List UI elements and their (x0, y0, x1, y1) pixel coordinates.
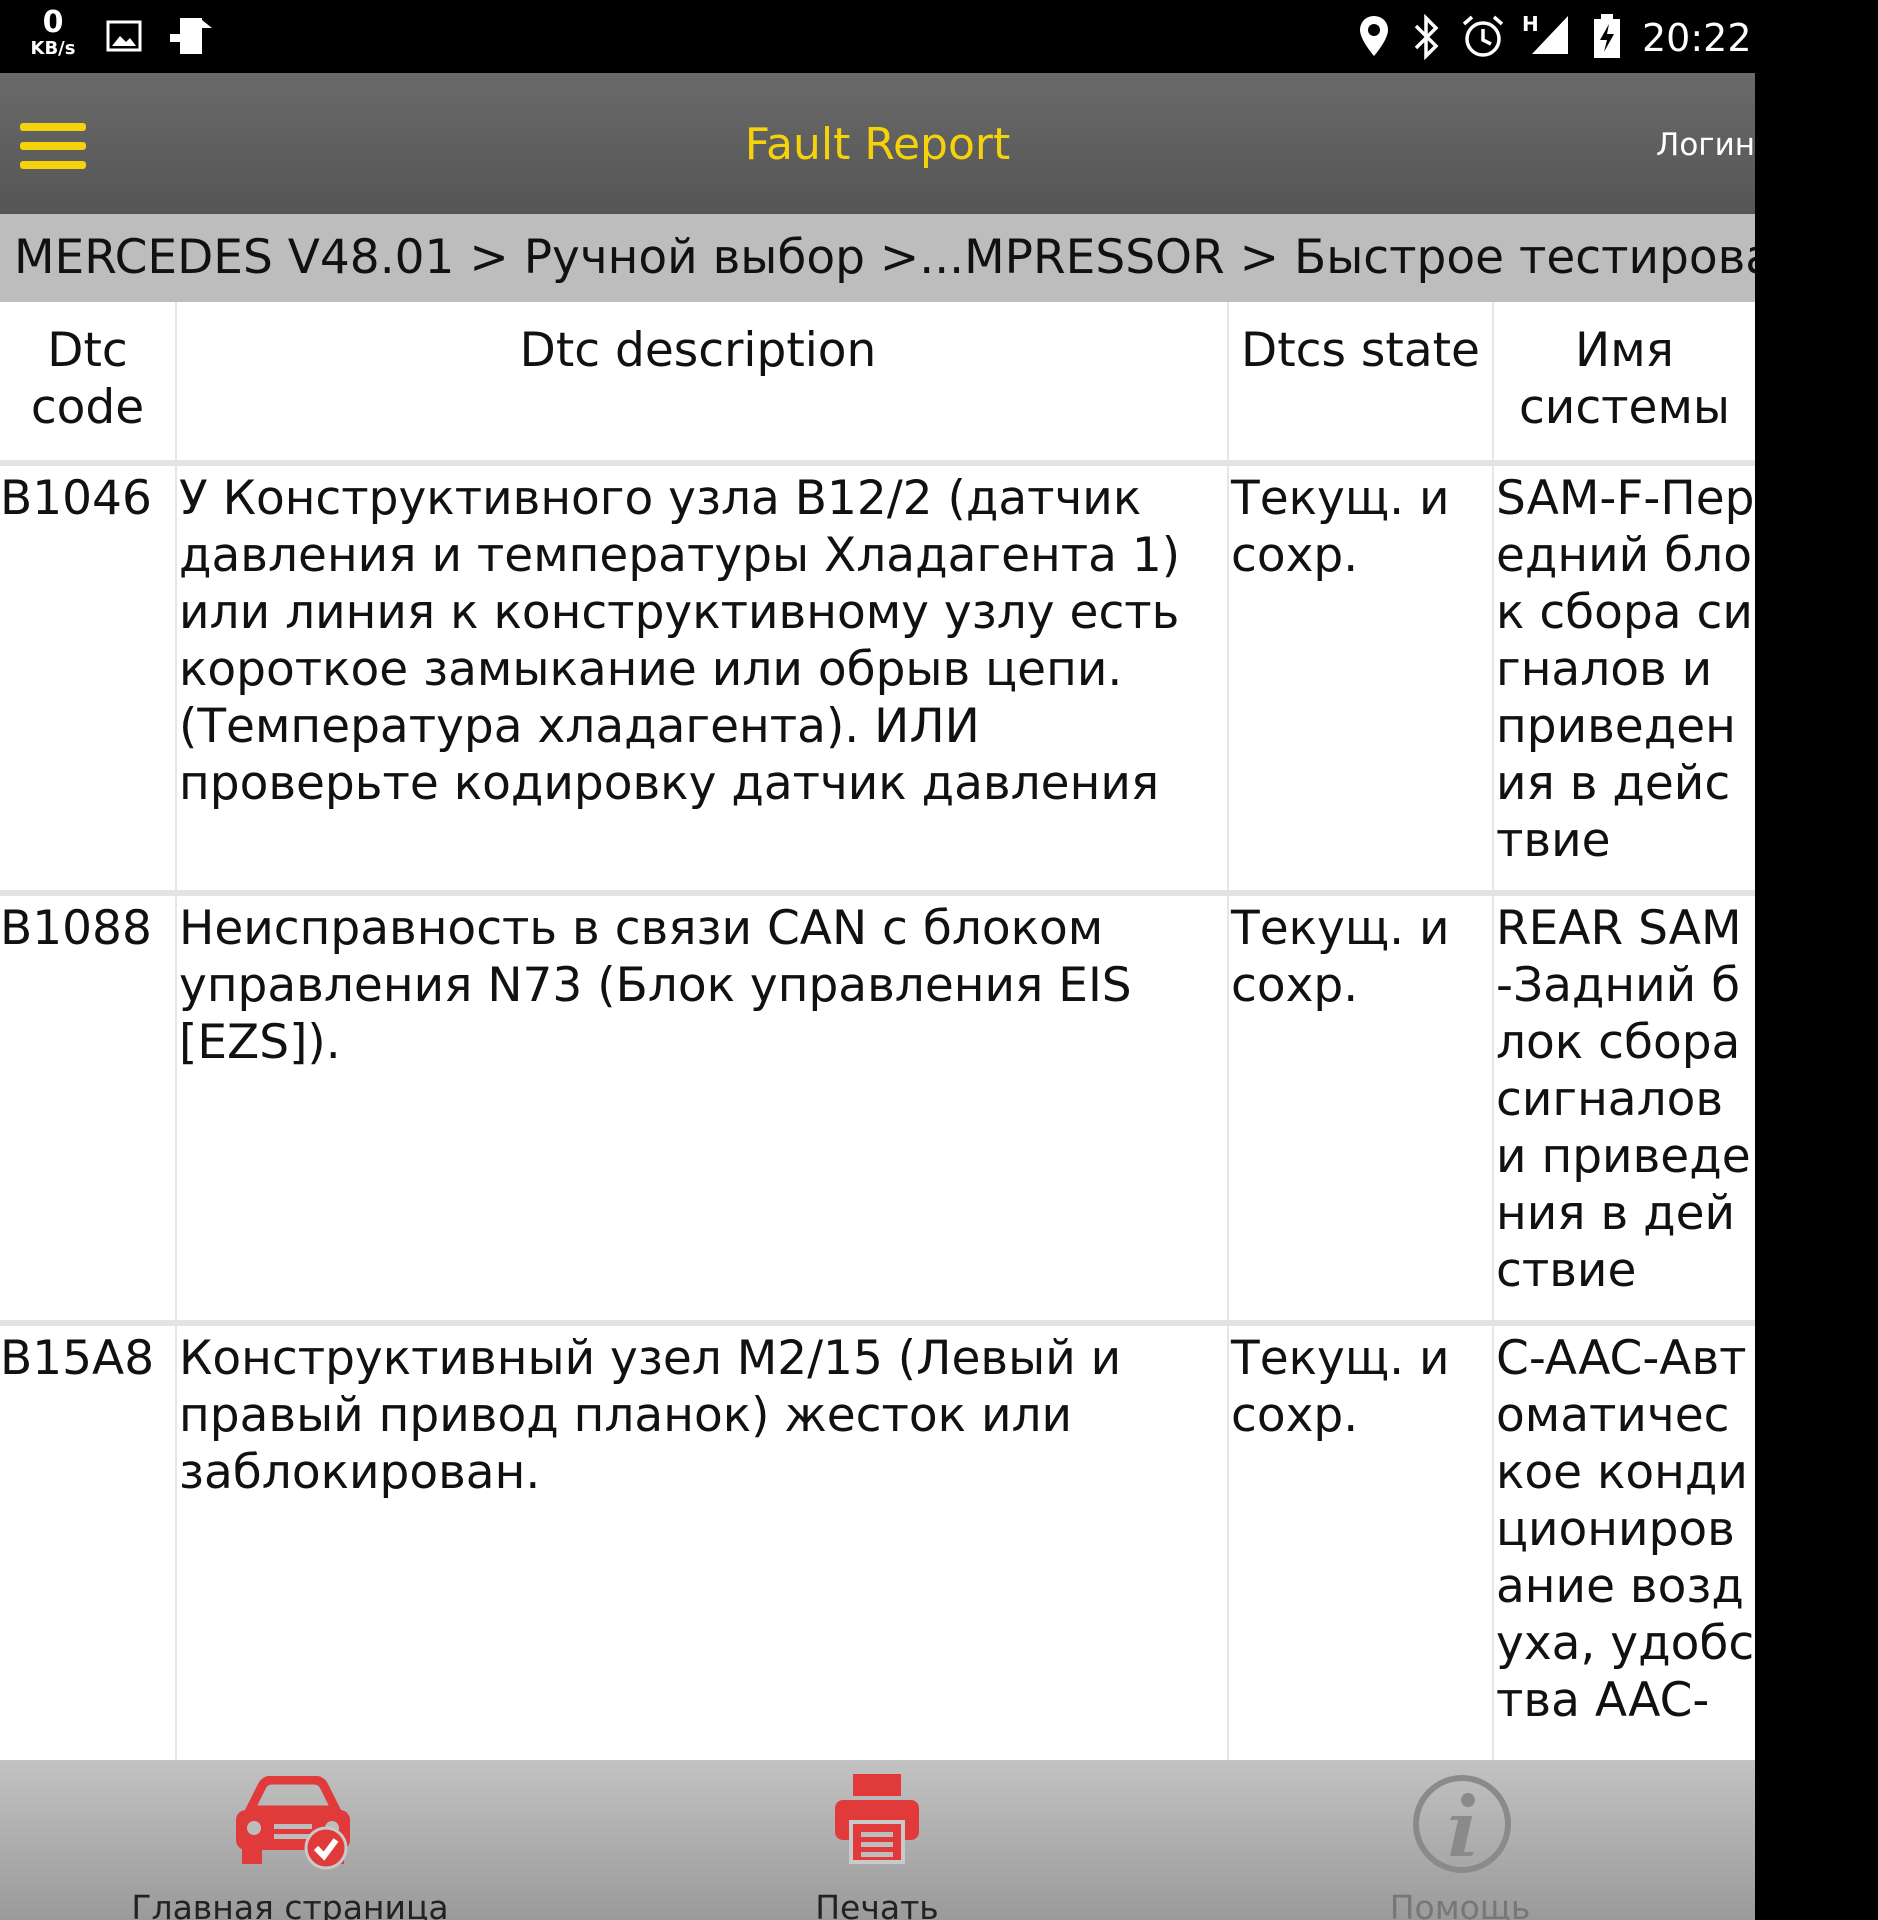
column-header-label: Dtcs state (1241, 323, 1480, 378)
nav-print-button[interactable]: Печать (720, 1760, 1034, 1920)
dtc-state-cell: Текущ. и сохр. (1227, 896, 1492, 1320)
location-icon (1360, 16, 1388, 56)
table-row[interactable]: B15A8 Конструктивный узел M2/15 (Левый и… (0, 1326, 1755, 1760)
dtc-code-cell: B1088 (0, 901, 152, 956)
page-title: Fault Report (744, 119, 1011, 170)
nav-help-button[interactable]: Помощь (1300, 1760, 1620, 1920)
column-header-system-name: Имя системы (1492, 302, 1755, 460)
column-header-label: code (30, 380, 145, 435)
status-bar: 0 KB/s H 20:22 (0, 0, 1755, 73)
info-icon (1413, 1775, 1511, 1873)
system-name-cell: C-AAC-Автоматическое кондиционирование в… (1492, 1326, 1755, 1760)
app-screen: 0 KB/s H 20:22 Fault Report Логин MERCED… (0, 0, 1755, 1920)
battery-charging-icon (1594, 14, 1620, 58)
login-button[interactable]: Логин (1656, 127, 1755, 163)
column-header-dtc-code: Dtc code (0, 302, 175, 460)
bottom-navigation: Главная страница Печать Помощь (0, 1760, 1755, 1920)
alarm-icon (1462, 15, 1504, 57)
table-row[interactable]: B1046 У Конструктивного узла B12/2 (датч… (0, 466, 1755, 890)
column-header-label: Dtc (47, 323, 128, 378)
printer-icon (835, 1774, 919, 1864)
dtc-state-cell: Текущ. и сохр. (1227, 466, 1492, 890)
table-header-row: Dtc code Dtc description Dtcs state Имя … (0, 302, 1755, 460)
dtc-description-cell: Неисправность в связи CAN с блоком управ… (175, 896, 1227, 1320)
dtc-state-cell: Текущ. и сохр. (1227, 1326, 1492, 1760)
column-header-label: Dtc description (519, 323, 877, 378)
column-header-dtcs-state: Dtcs state (1227, 302, 1492, 460)
image-icon (106, 20, 142, 52)
bluetooth-icon (1414, 14, 1439, 60)
column-header-label: Имя (1575, 323, 1674, 378)
dtc-code-cell: B15A8 (0, 1331, 155, 1386)
app-bar: Fault Report Логин (0, 73, 1755, 214)
column-header-label: системы (1518, 380, 1731, 435)
dtc-code-cell: B1046 (0, 471, 152, 526)
nav-help-label: Помощь (1389, 1888, 1531, 1920)
car-check-icon (236, 1776, 350, 1870)
table-row[interactable]: B1088 Неисправность в связи CAN с блоком… (0, 896, 1755, 1320)
dtc-description-cell: Конструктивный узел M2/15 (Левый и правы… (175, 1326, 1227, 1760)
network-speed-value: 0 (42, 5, 64, 40)
network-speed-unit: KB/s (30, 38, 76, 59)
nav-print-label: Печать (815, 1888, 939, 1920)
column-header-dtc-description: Dtc description (175, 302, 1227, 460)
fault-table: Dtc code Dtc description Dtcs state Имя … (0, 302, 1755, 1760)
breadcrumb: MERCEDES V48.01 > Ручной выбор >...MPRES… (0, 214, 1755, 302)
nav-home-button[interactable]: Главная страница (100, 1760, 480, 1920)
network-speed: 0 KB/s (24, 8, 82, 58)
nav-home-label: Главная страница (131, 1888, 449, 1920)
status-time: 20:22 (1642, 16, 1752, 60)
usb-icon (170, 18, 212, 54)
dtc-description-cell: У Конструктивного узла B12/2 (датчик дав… (175, 466, 1227, 890)
system-name-cell: REAR SAM-Задний блок сбора сигналов и пр… (1492, 896, 1755, 1320)
system-name-cell: SAM-F-Передний блок сбора сигналов и при… (1492, 466, 1755, 890)
signal-icon (1532, 16, 1568, 54)
